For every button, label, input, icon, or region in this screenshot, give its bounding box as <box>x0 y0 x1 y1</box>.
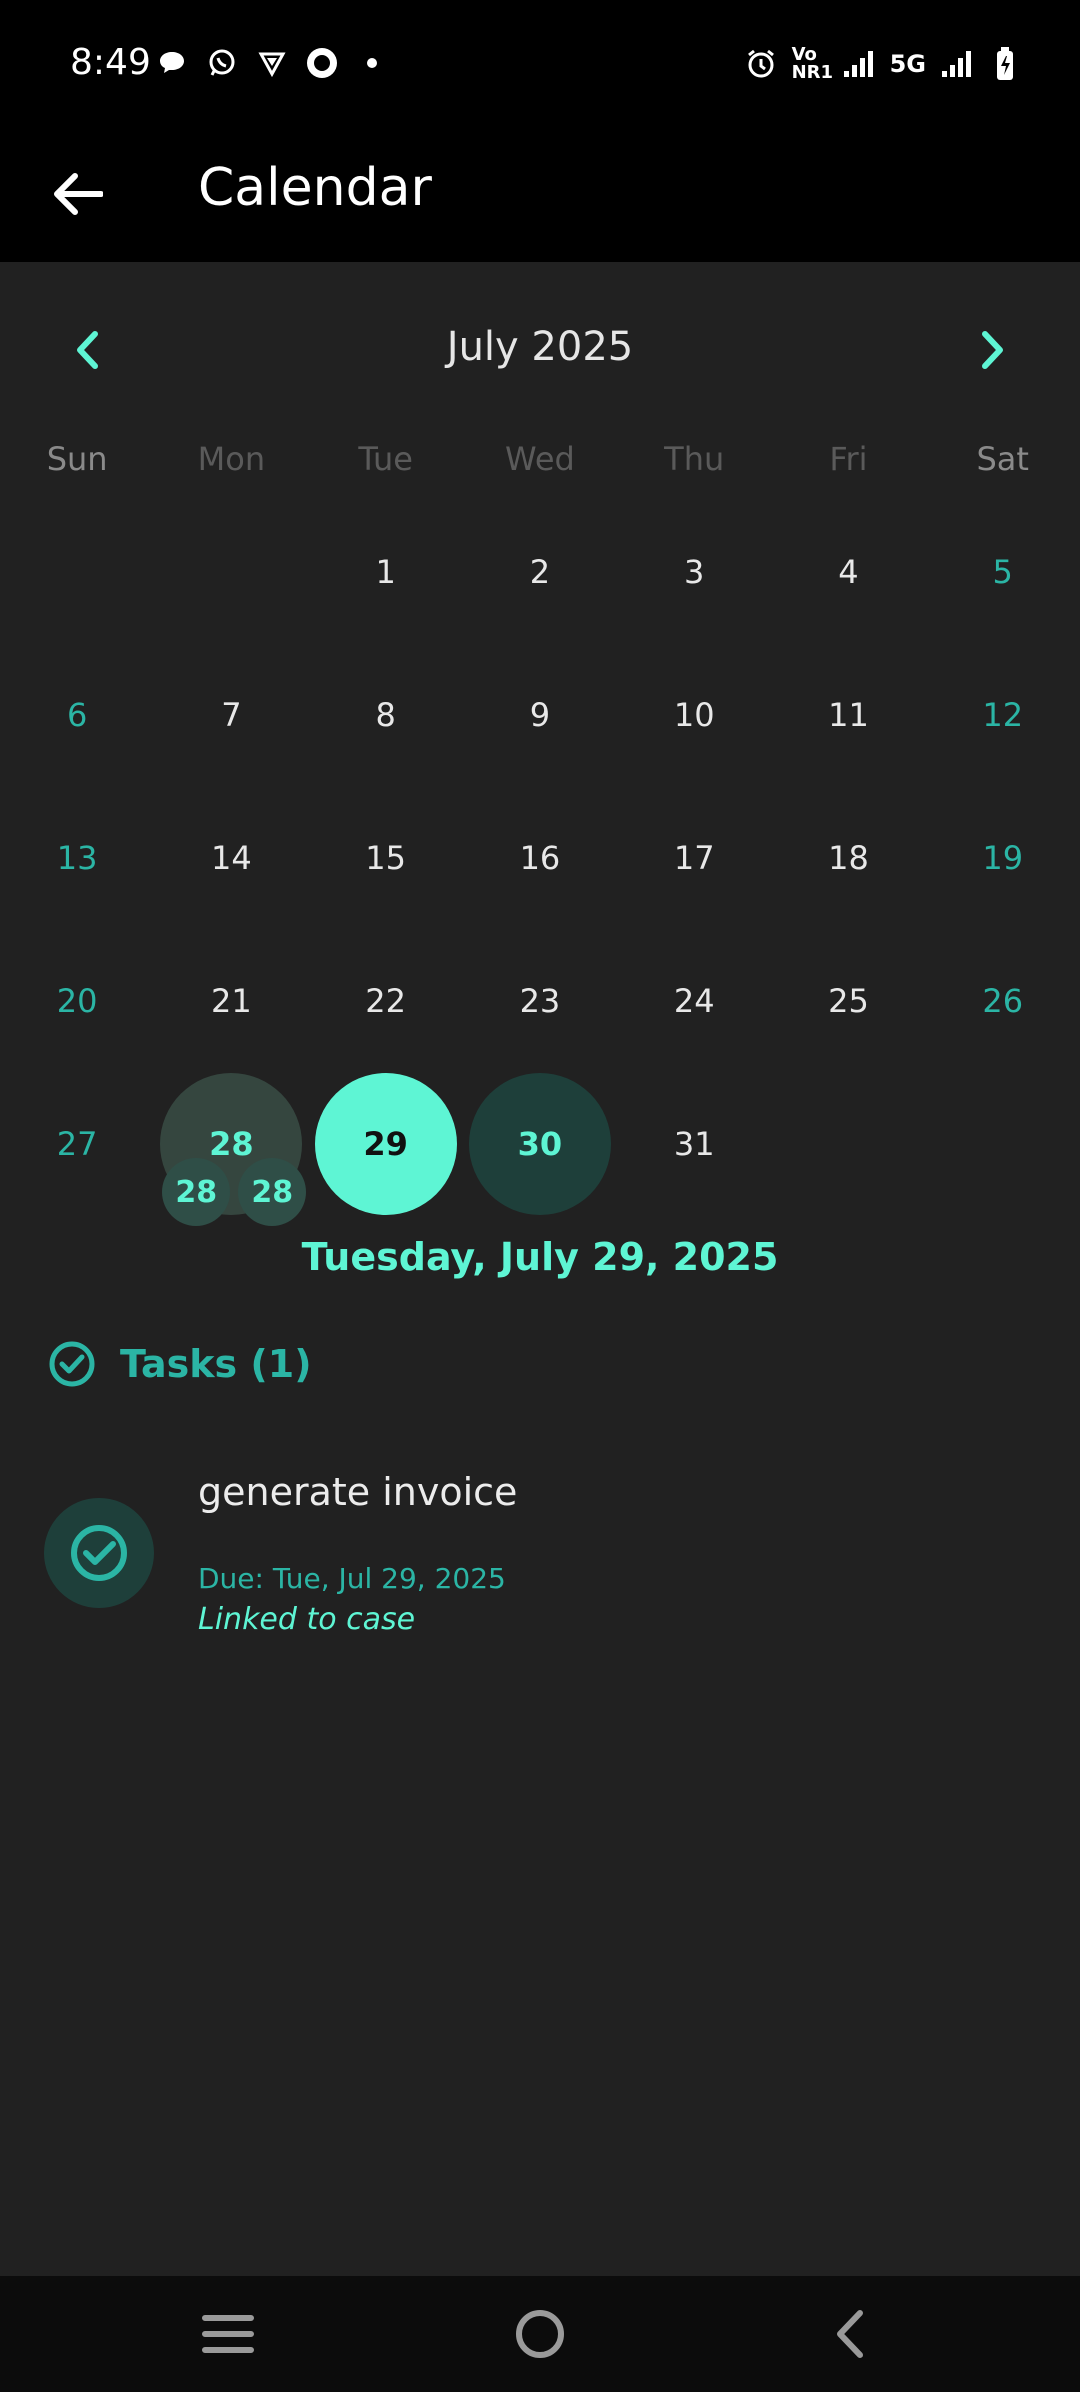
week-row: 27 28 28 28 29 30 31 <box>0 1072 1080 1226</box>
network-label: 5G <box>889 50 926 78</box>
chevron-right-icon <box>982 331 1003 369</box>
vpn-icon <box>255 46 289 80</box>
calendar-day[interactable]: 31 <box>617 1072 771 1215</box>
weekday-label: Mon <box>197 440 266 478</box>
calendar-day[interactable]: 19 <box>926 786 1080 929</box>
calendar-day[interactable]: 6 <box>0 643 154 786</box>
recents-button[interactable] <box>198 2304 258 2364</box>
calendar-day[interactable]: 23 <box>463 929 617 1072</box>
calendar-day[interactable]: 10 <box>617 643 771 786</box>
weekday-label: Sun <box>46 440 108 478</box>
status-right-icons: Vo NR1 5G <box>744 46 1022 82</box>
calendar-day[interactable]: 24 <box>617 929 771 1072</box>
week-row: 20 21 22 23 24 25 26 <box>0 929 1080 1072</box>
calendar-day[interactable]: 1 <box>309 500 463 643</box>
calendar-day[interactable]: 12 <box>926 643 1080 786</box>
alarm-icon <box>744 47 778 81</box>
calendar-day[interactable]: 2 <box>463 500 617 643</box>
calendar-day[interactable]: 15 <box>309 786 463 929</box>
tasks-title: Tasks (1) <box>120 1342 312 1386</box>
month-label: July 2025 <box>446 324 634 370</box>
chat-bubble-icon <box>155 46 189 80</box>
calendar-day[interactable]: 22 <box>309 929 463 1072</box>
tasks-header: Tasks (1) <box>48 1340 312 1388</box>
next-month-button[interactable] <box>964 322 1020 378</box>
task-status-avatar <box>44 1498 154 1608</box>
weekday-label: Wed <box>505 440 575 478</box>
event-marker: 28 <box>238 1158 307 1226</box>
status-left-icons <box>155 46 389 80</box>
home-button[interactable] <box>510 2304 570 2364</box>
weekday-label: Fri <box>829 440 868 478</box>
whatsapp-icon <box>205 46 239 80</box>
week-row: 1 2 3 4 5 <box>0 500 1080 643</box>
check-circle-icon <box>49 1341 95 1387</box>
calendar-day[interactable]: 21 <box>154 929 308 1072</box>
calendar-day[interactable]: 27 <box>0 1072 154 1215</box>
signal-icon <box>842 47 876 81</box>
selected-date-label: Tuesday, July 29, 2025 <box>301 1235 779 1279</box>
dot-icon <box>355 46 389 80</box>
record-icon <box>305 46 339 80</box>
calendar-day[interactable]: 25 <box>771 929 925 1072</box>
app-bar: Calendar <box>0 130 1080 262</box>
calendar-day[interactable]: 4 <box>771 500 925 643</box>
arrow-back-icon <box>54 173 103 215</box>
status-time: 8:49 <box>70 42 151 83</box>
calendar-day[interactable]: 5 <box>926 500 1080 643</box>
battery-icon <box>988 47 1022 81</box>
weekday-label: Sat <box>976 440 1029 478</box>
calendar-day[interactable]: 8 <box>309 643 463 786</box>
event-marker: 28 <box>162 1158 231 1226</box>
task-title: generate invoice <box>198 1470 518 1514</box>
check-circle-icon <box>71 1525 127 1581</box>
home-circle-icon <box>516 2310 564 2358</box>
status-bar: 8:49 Vo NR1 5G <box>0 0 1080 130</box>
calendar-day[interactable]: 20 <box>0 929 154 1072</box>
calendar-grid: 1 2 3 4 5 6 7 8 9 10 11 12 13 14 15 16 1… <box>0 500 1080 1226</box>
system-nav-bar <box>0 2276 1080 2392</box>
back-button[interactable] <box>44 160 112 228</box>
weekday-header: Sun Mon Tue Wed Thu Fri Sat <box>0 440 1080 478</box>
page-title: Calendar <box>198 158 432 218</box>
calendar-day[interactable]: 17 <box>617 786 771 929</box>
chevron-left-icon <box>837 2310 863 2358</box>
calendar-day[interactable]: 9 <box>463 643 617 786</box>
weekday-label: Tue <box>358 440 413 478</box>
calendar-day[interactable]: 3 <box>617 500 771 643</box>
system-back-button[interactable] <box>820 2304 880 2364</box>
task-item[interactable]: generate invoice Due: Tue, Jul 29, 2025 … <box>0 1450 1080 1670</box>
calendar-day-today[interactable]: 30 <box>463 1072 617 1215</box>
calendar-day-selected[interactable]: 29 <box>309 1072 463 1215</box>
calendar-day[interactable]: 7 <box>154 643 308 786</box>
calendar-day-with-events[interactable]: 28 28 28 <box>154 1072 308 1226</box>
volte-label: Vo NR1 <box>791 44 834 83</box>
weekday-label: Thu <box>664 440 725 478</box>
task-link-label: Linked to case <box>198 1602 416 1637</box>
calendar-day[interactable]: 13 <box>0 786 154 929</box>
week-row: 13 14 15 16 17 18 19 <box>0 786 1080 929</box>
task-due-date: Due: Tue, Jul 29, 2025 <box>198 1562 506 1595</box>
calendar-day[interactable]: 26 <box>926 929 1080 1072</box>
month-nav: July 2025 <box>0 300 1080 400</box>
calendar-day[interactable]: 11 <box>771 643 925 786</box>
menu-icon <box>202 2315 254 2353</box>
week-row: 6 7 8 9 10 11 12 <box>0 643 1080 786</box>
calendar-day[interactable]: 14 <box>154 786 308 929</box>
calendar-day[interactable]: 18 <box>771 786 925 929</box>
signal-icon <box>940 47 974 81</box>
calendar-day[interactable]: 16 <box>463 786 617 929</box>
